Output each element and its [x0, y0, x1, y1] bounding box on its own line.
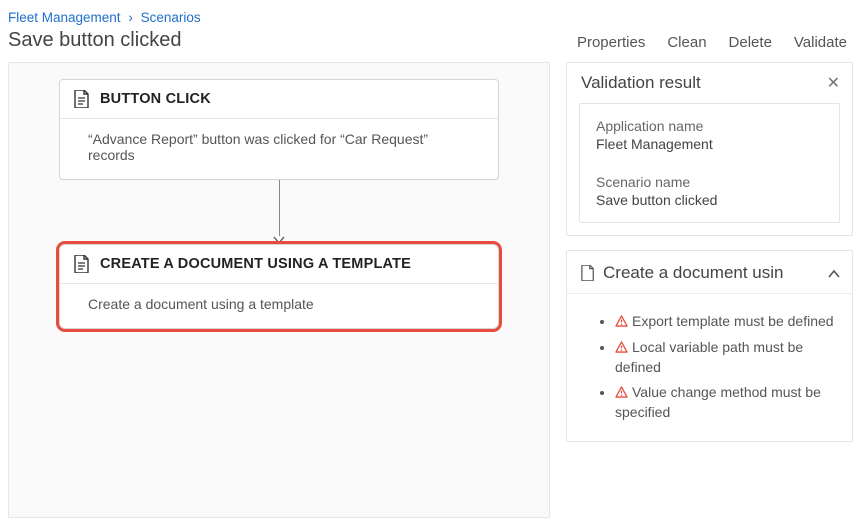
- node-header: CREATE A DOCUMENT USING A TEMPLATE: [60, 245, 498, 284]
- scenario-canvas[interactable]: BUTTON CLICK “Advance Report” button was…: [8, 62, 550, 518]
- validate-button[interactable]: Validate: [794, 34, 847, 51]
- node-body: “Advance Report” button was clicked for …: [60, 119, 498, 179]
- issue-text: Value change method must be specified: [615, 384, 821, 420]
- header-left: Fleet Management › Scenarios Save button…: [8, 6, 201, 52]
- chevron-up-icon: [828, 265, 840, 281]
- issues-accordion-head[interactable]: Create a document usin: [567, 251, 852, 294]
- issue-text: Local variable path must be defined: [615, 339, 803, 375]
- page-title: Save button clicked: [8, 29, 201, 52]
- issues-list: Export template must be defined Local va…: [567, 294, 852, 441]
- app-name-value: Fleet Management: [596, 136, 823, 152]
- node-title: CREATE A DOCUMENT USING A TEMPLATE: [100, 256, 411, 272]
- warning-icon: [615, 313, 628, 332]
- node-header: BUTTON CLICK: [60, 80, 498, 119]
- validation-panel: Validation result ✕ Application name Fle…: [566, 62, 853, 236]
- warning-icon: [615, 339, 628, 358]
- warning-icon: [615, 384, 628, 403]
- scenario-name-label: Scenario name: [596, 174, 823, 190]
- node-title: BUTTON CLICK: [100, 91, 211, 107]
- connector-arrow: [9, 180, 549, 244]
- validation-header-title: Validation result: [581, 73, 701, 93]
- document-icon: [74, 255, 90, 273]
- document-icon: [74, 90, 90, 108]
- issues-section-title: Create a document usin: [603, 263, 784, 283]
- node-button-click[interactable]: BUTTON CLICK “Advance Report” button was…: [59, 79, 499, 180]
- issue-item: Value change method must be specified: [615, 383, 838, 422]
- app-name-label: Application name: [596, 118, 823, 134]
- breadcrumb-segment-fleet[interactable]: Fleet Management: [8, 10, 121, 25]
- breadcrumb-separator: ›: [128, 10, 133, 25]
- close-icon[interactable]: ✕: [827, 73, 840, 93]
- header-actions: Properties Clean Delete Validate: [577, 34, 847, 51]
- validation-issues-panel: Create a document usin Export template m…: [566, 250, 853, 442]
- validation-panel-header: Validation result ✕: [567, 63, 852, 103]
- issue-text: Export template must be defined: [632, 313, 834, 329]
- side-panel: Validation result ✕ Application name Fle…: [566, 62, 853, 518]
- properties-button[interactable]: Properties: [577, 34, 645, 51]
- breadcrumb-segment-scenarios[interactable]: Scenarios: [141, 10, 201, 25]
- main-area: BUTTON CLICK “Advance Report” button was…: [0, 52, 863, 518]
- topbar: Fleet Management › Scenarios Save button…: [0, 0, 863, 52]
- scenario-name-value: Save button clicked: [596, 192, 823, 208]
- issue-item: Export template must be defined: [615, 312, 838, 332]
- node-body: Create a document using a template: [60, 284, 498, 328]
- breadcrumb: Fleet Management › Scenarios: [8, 6, 201, 27]
- validation-summary-block: Application name Fleet Management Scenar…: [579, 103, 840, 223]
- clean-button[interactable]: Clean: [667, 34, 706, 51]
- node-create-document[interactable]: CREATE A DOCUMENT USING A TEMPLATE Creat…: [59, 244, 499, 329]
- document-icon: [581, 265, 595, 281]
- issue-item: Local variable path must be defined: [615, 338, 838, 377]
- delete-button[interactable]: Delete: [729, 34, 772, 51]
